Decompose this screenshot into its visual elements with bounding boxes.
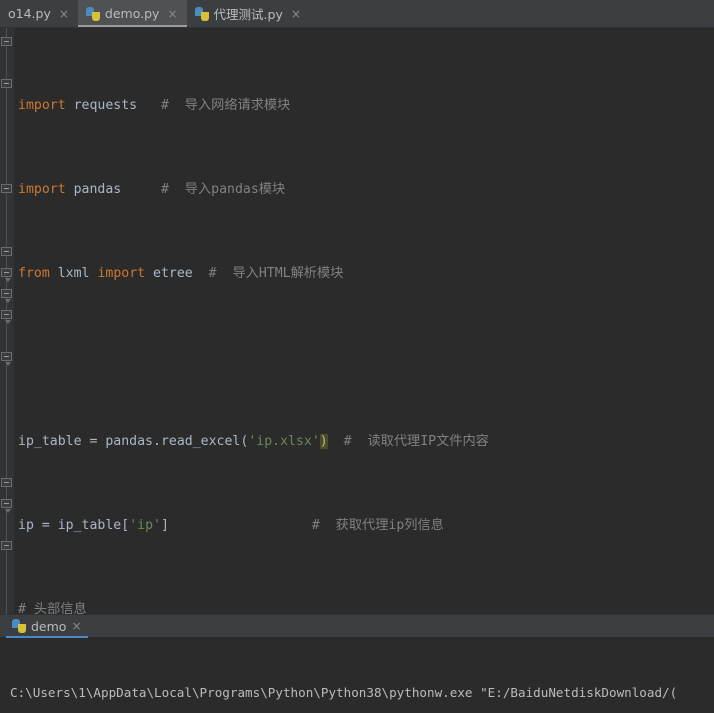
fold-marker[interactable] xyxy=(1,289,12,298)
console-tab-label: demo xyxy=(31,619,66,634)
fold-marker[interactable] xyxy=(1,541,12,550)
tab-daili-ceshi-py[interactable]: 代理测试.py × xyxy=(187,0,310,27)
console-tab-demo[interactable]: demo × xyxy=(6,615,88,637)
python-run-icon xyxy=(12,619,26,633)
code-editor[interactable]: import requests # 导入网络请求模块 import pandas… xyxy=(0,28,714,614)
python-file-icon xyxy=(86,7,100,21)
fold-marker[interactable] xyxy=(1,352,12,361)
tab-label: demo.py xyxy=(105,6,160,21)
fold-marker[interactable] xyxy=(1,184,12,193)
python-file-icon xyxy=(195,7,209,21)
tab-o14-py[interactable]: o14.py × xyxy=(0,0,78,27)
fold-marker[interactable] xyxy=(1,478,12,487)
code-line[interactable]: ip = ip_table['ip'] # 获取代理ip列信息 xyxy=(14,515,714,536)
close-icon[interactable]: × xyxy=(291,7,301,21)
close-icon[interactable]: × xyxy=(59,7,69,21)
fold-marker[interactable] xyxy=(1,268,12,277)
code-line[interactable]: import pandas # 导入pandas模块 xyxy=(14,179,714,200)
console-output-line: C:\Users\1\AppData\Local\Programs\Python… xyxy=(10,683,714,703)
editor-tab-bar: o14.py × demo.py × 代理测试.py × xyxy=(0,0,714,28)
close-icon[interactable]: × xyxy=(167,7,177,21)
console-tab-bar: demo × xyxy=(0,615,714,637)
fold-marker[interactable] xyxy=(1,310,12,319)
tab-label: 代理测试.py xyxy=(214,4,283,23)
fold-marker[interactable] xyxy=(1,499,12,508)
tab-label: o14.py xyxy=(8,6,51,21)
run-tool-window[interactable]: demo × C:\Users\1\AppData\Local\Programs… xyxy=(0,614,714,712)
fold-marker[interactable] xyxy=(1,247,12,256)
code-line[interactable]: # 头部信息 xyxy=(14,599,714,614)
code-content[interactable]: import requests # 导入网络请求模块 import pandas… xyxy=(14,28,714,614)
fold-marker[interactable] xyxy=(1,37,12,46)
code-line[interactable]: ip_table = pandas.read_excel('ip.xlsx') … xyxy=(14,431,714,452)
tab-demo-py[interactable]: demo.py × xyxy=(78,0,187,27)
code-line[interactable] xyxy=(14,347,714,368)
code-line[interactable]: import requests # 导入网络请求模块 xyxy=(14,95,714,116)
code-line[interactable]: from lxml import etree # 导入HTML解析模块 xyxy=(14,263,714,284)
console-output[interactable]: C:\Users\1\AppData\Local\Programs\Python… xyxy=(0,637,714,713)
close-icon[interactable]: × xyxy=(71,619,81,633)
fold-marker[interactable] xyxy=(1,79,12,88)
fold-gutter[interactable] xyxy=(0,28,14,614)
